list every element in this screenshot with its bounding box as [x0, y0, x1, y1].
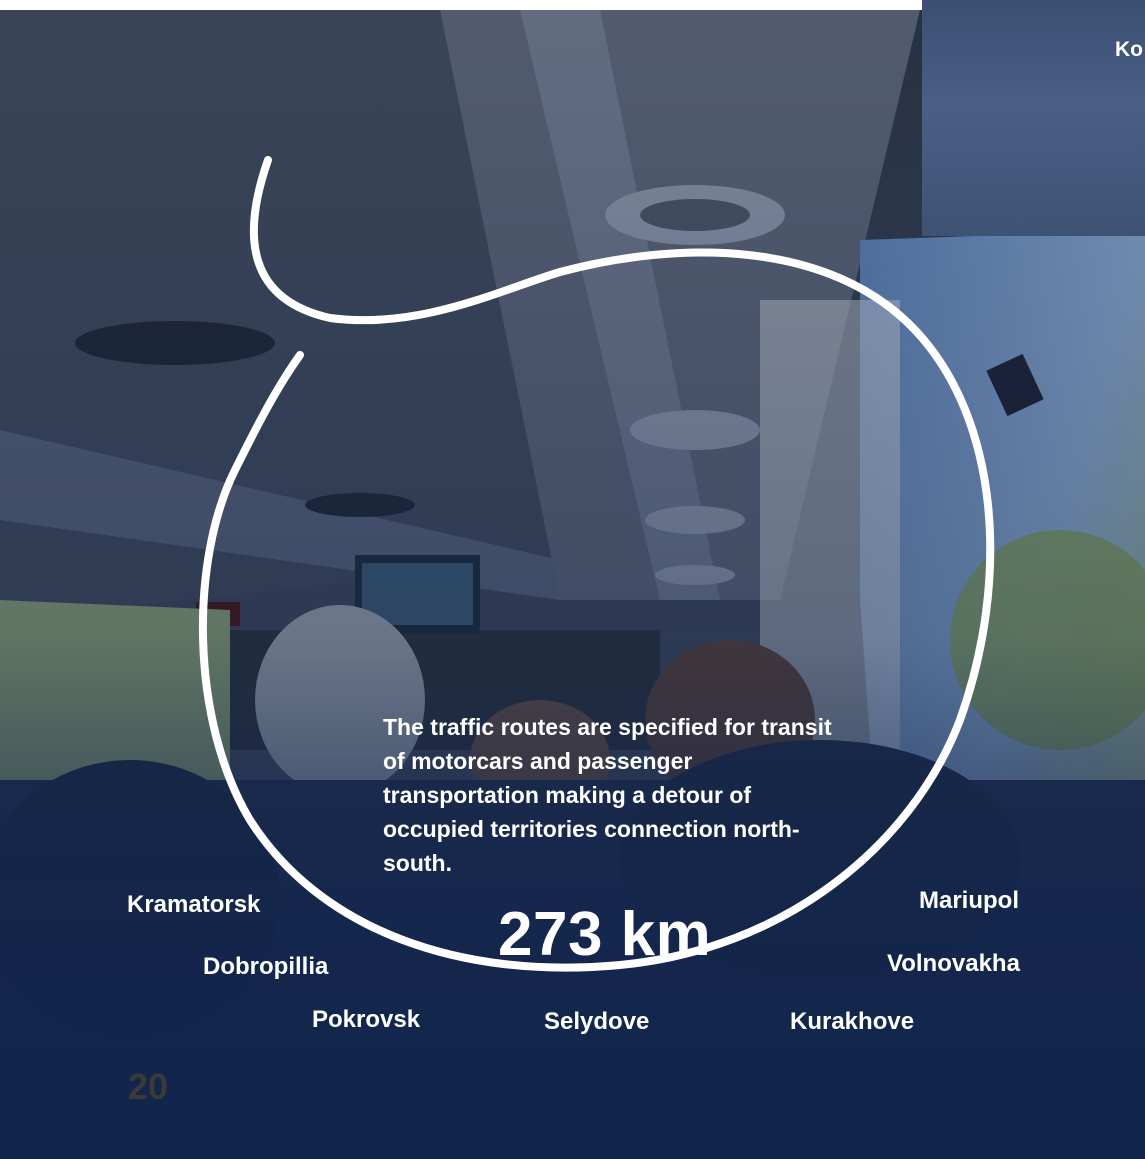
route-description: The traffic routes are specified for tra… — [383, 714, 832, 876]
route-distance: 273 km — [498, 900, 712, 969]
city-kramatorsk: Kramatorsk — [127, 891, 261, 918]
page-number: 20 — [128, 1066, 169, 1107]
city-selydove: Selydove — [544, 1008, 650, 1035]
route-loop-graphic — [198, 156, 995, 972]
city-dobropillia: Dobropillia — [203, 953, 329, 980]
city-kurakhove: Kurakhove — [790, 1008, 915, 1035]
city-pokrovsk: Pokrovsk — [312, 1006, 421, 1033]
city-mariupol: Mariupol — [919, 887, 1019, 914]
bus-interior-photo: Ko The traffic routes are specified for … — [0, 0, 1145, 1159]
city-volnovakha: Volnovakha — [887, 950, 1020, 977]
